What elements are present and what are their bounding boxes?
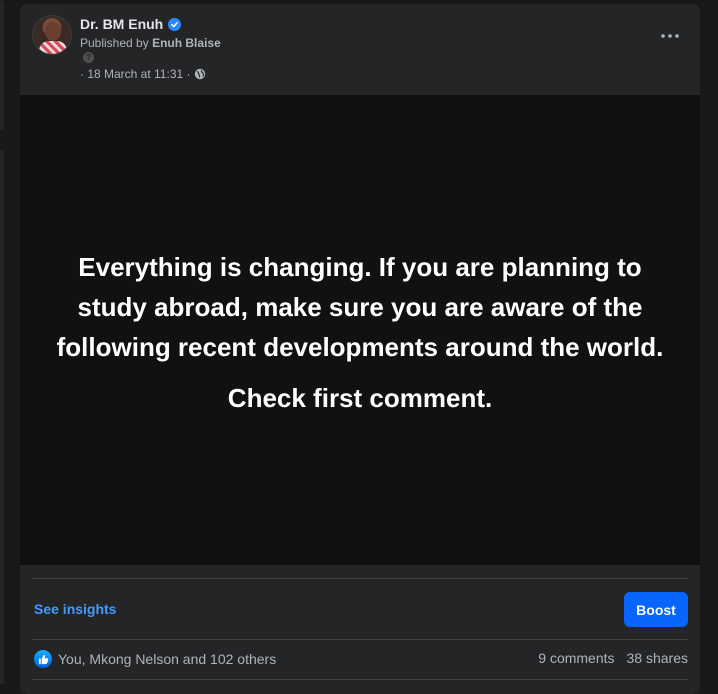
avatar-face — [45, 22, 61, 41]
ellipsis-icon — [661, 34, 679, 38]
author-row: Dr. BM Enuh — [80, 16, 182, 32]
post-card: Dr. BM Enuh Published by Enuh Blaise ? ·… — [20, 4, 700, 694]
published-by-prefix: Published by — [80, 36, 149, 50]
verified-badge-icon — [168, 17, 182, 31]
shares-count[interactable]: 38 shares — [627, 650, 688, 666]
like-icon — [34, 650, 52, 668]
boost-button[interactable]: Boost — [624, 592, 688, 627]
left-panel-edge-lower — [0, 150, 4, 684]
divider — [32, 639, 688, 640]
post-timestamp-row: · 18 March at 11:31 · — [80, 67, 206, 81]
post-timestamp[interactable]: · 18 March at 11:31 · — [80, 67, 191, 81]
divider — [32, 578, 688, 579]
reactions-text: You, Mkong Nelson and 102 others — [58, 651, 277, 667]
post-call-to-action: Check first comment. — [227, 382, 493, 413]
avatar-shirt — [39, 41, 67, 54]
divider — [32, 679, 688, 680]
engagement-counts: 9 comments 38 shares — [538, 650, 688, 666]
post-main-text: Everything is changing. If you are plann… — [56, 251, 664, 362]
more-options-button[interactable] — [652, 18, 688, 54]
globe-icon — [194, 68, 205, 80]
comments-count[interactable]: 9 comments — [538, 650, 614, 666]
reactions-summary[interactable]: You, Mkong Nelson and 102 others — [34, 650, 276, 668]
see-insights-link[interactable]: See insights — [34, 601, 116, 617]
author-name[interactable]: Dr. BM Enuh — [80, 16, 163, 32]
published-by: Published by Enuh Blaise — [80, 36, 221, 50]
post-header: Dr. BM Enuh Published by Enuh Blaise ? ·… — [20, 4, 700, 94]
post-text-image[interactable]: Everything is changing. If you are plann… — [20, 95, 700, 565]
author-avatar[interactable] — [32, 15, 72, 55]
publisher-name[interactable]: Enuh Blaise — [152, 36, 221, 50]
left-panel-edge — [0, 0, 4, 130]
help-icon[interactable]: ? — [83, 52, 94, 63]
